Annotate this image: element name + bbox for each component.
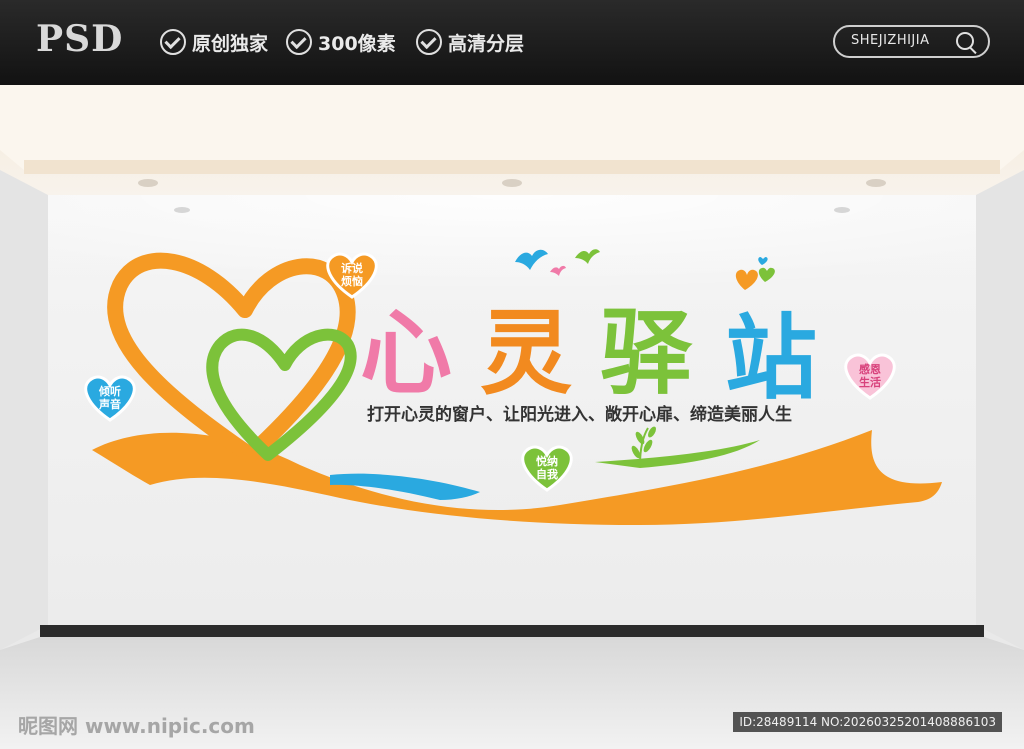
right-wall bbox=[976, 170, 1024, 650]
spotlight bbox=[138, 179, 158, 187]
top-banner: PSD 原创独家 300像素 高清分层 SHEJIZHIJIA bbox=[0, 0, 1024, 85]
bubble-text-line1: 悦纳 bbox=[536, 454, 558, 468]
psd-brand: PSD bbox=[36, 18, 124, 60]
bubble-text-line2: 生活 bbox=[859, 375, 881, 389]
spotlight bbox=[866, 179, 886, 187]
bubble-text-line2: 声音 bbox=[98, 397, 121, 411]
bubble-text-line1: 诉说 bbox=[341, 261, 363, 275]
room-scene: 诉说 烦恼 倾听 声音 悦纳 自我 感恩 生活 心 灵 驿 站 打开心灵的窗户、… bbox=[0, 85, 1024, 749]
ceiling-light-strip bbox=[24, 160, 1000, 174]
bubble-text-line2: 自我 bbox=[536, 467, 558, 481]
feature-original: 原创独家 bbox=[160, 27, 268, 57]
ceiling-cove bbox=[0, 85, 1024, 170]
feature-resolution: 300像素 bbox=[286, 27, 396, 57]
feature-layers: 高清分层 bbox=[416, 27, 524, 57]
search-box[interactable]: SHEJIZHIJIA bbox=[833, 25, 990, 58]
wall-glow bbox=[48, 195, 976, 315]
baseboard bbox=[40, 625, 984, 637]
bubble-text-line1: 倾听 bbox=[98, 384, 121, 398]
watermark: 昵图网 www.nipic.com bbox=[18, 714, 255, 738]
feature-label: 高清分层 bbox=[448, 32, 525, 55]
feature-label: 原创独家 bbox=[192, 32, 269, 55]
bubble-text-line2: 烦恼 bbox=[341, 274, 363, 288]
feature-label: 300像素 bbox=[318, 32, 396, 55]
title-char-1: 心 bbox=[360, 300, 452, 407]
spotlight bbox=[502, 179, 522, 187]
check-icon bbox=[160, 29, 186, 55]
title-char-3: 驿 bbox=[600, 300, 693, 407]
search-icon[interactable] bbox=[956, 32, 974, 50]
search-label: SHEJIZHIJIA bbox=[851, 33, 930, 48]
spotlight bbox=[834, 207, 850, 213]
title-char-2: 灵 bbox=[480, 300, 572, 407]
check-icon bbox=[416, 29, 442, 55]
check-icon bbox=[286, 29, 312, 55]
spotlight bbox=[174, 207, 190, 213]
bubble-text-line1: 感恩 bbox=[859, 362, 881, 376]
title-char-4: 站 bbox=[725, 305, 817, 412]
image-id-label: ID:28489114 NO:20260325201408886103 bbox=[733, 712, 1002, 732]
slogan: 打开心灵的窗户、让阳光进入、敞开心扉、缔造美丽人生 bbox=[367, 404, 792, 425]
left-wall bbox=[0, 170, 48, 650]
